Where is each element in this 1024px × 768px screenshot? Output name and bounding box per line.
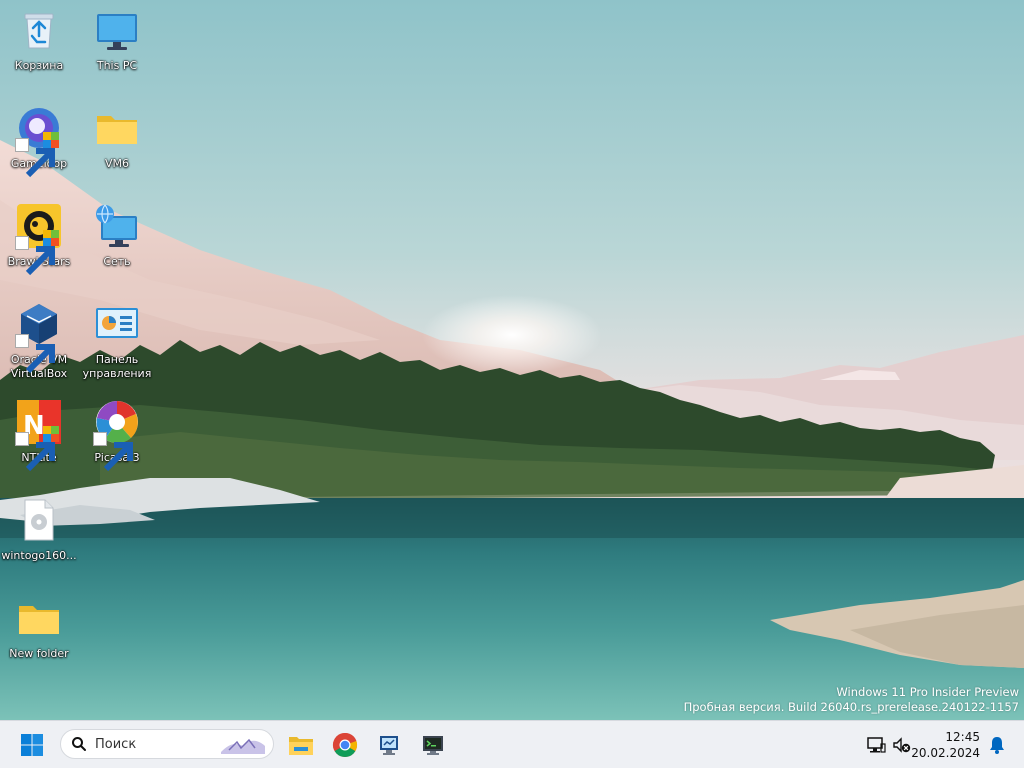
file-explorer-icon	[289, 737, 313, 755]
desktop-icon-label: This PC	[96, 59, 138, 72]
shortcut-arrow-icon	[15, 432, 55, 472]
shortcut-arrow-icon	[15, 236, 55, 276]
desktop-icon-control-panel[interactable]: Панель управления	[78, 294, 156, 384]
desktop-icon-vm6[interactable]: VM6	[78, 98, 156, 188]
control-panel-icon	[93, 300, 141, 348]
clock-date: 20.02.2024	[911, 746, 980, 760]
monitor-icon	[93, 6, 141, 54]
desktop-icon-virtualbox[interactable]: Oracle VM VirtualBox	[0, 294, 78, 384]
taskbar-monitor-app[interactable]	[372, 728, 406, 762]
notification-bell-icon[interactable]	[988, 735, 1006, 755]
gameloop-icon	[15, 104, 63, 178]
desktop-icon-label: Панель управления	[82, 353, 152, 380]
folder-icon	[93, 104, 141, 152]
network-icon	[93, 202, 141, 250]
shortcut-arrow-icon	[15, 138, 55, 178]
desktop-icon-recycle-bin[interactable]: Корзина	[0, 0, 78, 90]
watermark-edition: Windows 11 Pro Insider Preview	[836, 685, 1019, 699]
desktop-icon-network[interactable]: Сеть	[78, 196, 156, 286]
windows-build-watermark: Windows 11 Pro Insider Preview Пробная в…	[684, 685, 1019, 715]
taskbar-chrome[interactable]	[328, 728, 362, 762]
ntlite-icon: N	[15, 398, 63, 472]
search-highlight-art-icon	[221, 738, 265, 754]
taskbar-clock[interactable]: 12:45 20.02.2024	[911, 729, 980, 761]
desktop-icon-label: Корзина	[14, 59, 64, 72]
clock-time: 12:45	[945, 730, 980, 744]
watermark-build: Пробная версия. Build 26040.rs_prereleas…	[683, 700, 1019, 714]
shortcut-arrow-icon	[15, 334, 55, 374]
shortcut-arrow-icon	[93, 432, 133, 472]
volume-muted-icon[interactable]	[892, 735, 912, 755]
taskbar-search-box[interactable]: Поиск	[60, 729, 274, 759]
taskbar-terminal-app[interactable]	[416, 728, 450, 762]
search-placeholder: Поиск	[95, 736, 137, 752]
start-button[interactable]	[15, 728, 49, 762]
monitor-app-icon	[380, 736, 398, 755]
chrome-icon	[332, 732, 358, 758]
windows-logo-icon	[21, 734, 43, 756]
desktop-icon-label: New folder	[9, 647, 69, 660]
desktop-icon-brawl-stars[interactable]: Brawl Stars	[0, 196, 78, 286]
desktop-icon-label: VM6	[104, 157, 129, 170]
taskbar: Поиск 12:45 20.02.2024	[0, 720, 1024, 768]
search-icon	[72, 737, 86, 751]
terminal-app-icon	[423, 736, 443, 755]
brawl-stars-icon	[15, 202, 63, 276]
desktop-icon-wintogo[interactable]: wintogo160...	[0, 490, 78, 580]
desktop-icon-new-folder[interactable]: New folder	[0, 588, 78, 678]
desktop-icon-ntlite[interactable]: N NTLite	[0, 392, 78, 482]
file-icon	[15, 496, 63, 544]
virtualbox-icon	[15, 300, 63, 374]
desktop-icon-label: Сеть	[103, 255, 131, 268]
desktop-icon-gameloop[interactable]: Gameloop	[0, 98, 78, 188]
taskbar-file-explorer[interactable]	[284, 728, 318, 762]
folder-icon	[15, 594, 63, 642]
recycle-bin-icon	[15, 6, 63, 54]
desktop-icon-this-pc[interactable]: This PC	[78, 0, 156, 90]
desktop-icon-label: wintogo160...	[1, 549, 77, 562]
network-status-icon[interactable]	[866, 735, 886, 755]
desktop-icon-picasa[interactable]: Picasa 3	[78, 392, 156, 482]
picasa-icon	[93, 398, 141, 472]
